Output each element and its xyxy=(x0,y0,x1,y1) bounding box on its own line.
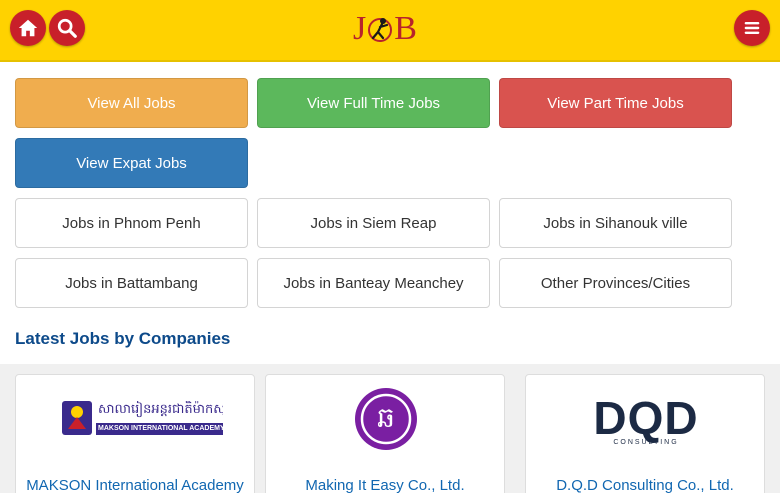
making-it-easy-logo-glyph: ឆ xyxy=(377,402,395,433)
search-button[interactable] xyxy=(49,10,85,46)
site-logo[interactable]: J B xyxy=(353,10,425,48)
top-header: J B xyxy=(0,0,780,62)
company-card-making-it-easy[interactable]: ឆ Making It Easy Co., Ltd. xyxy=(265,374,505,493)
search-icon xyxy=(57,18,77,38)
jobs-banteay-meanchey-button[interactable]: Jobs in Banteay Meanchey xyxy=(257,258,490,308)
company-card-makson[interactable]: សាលារៀនអន្តរជាតិម៉ាកសុន MAKSON INTERNATI… xyxy=(15,374,255,493)
company-card-dqd[interactable]: DQD CONSULTING D.Q.D Consulting Co., Ltd… xyxy=(525,374,765,493)
logo-figure-icon xyxy=(367,14,393,44)
jobs-sihanoukville-button[interactable]: Jobs in Sihanouk ville xyxy=(499,198,732,248)
jobs-phnom-penh-button[interactable]: Jobs in Phnom Penh xyxy=(15,198,248,248)
company-name-dqd[interactable]: D.Q.D Consulting Co., Ltd. xyxy=(526,477,764,493)
companies-section-title: Latest Jobs by Companies xyxy=(15,329,231,348)
dqd-logo-text: DQD xyxy=(593,392,699,444)
menu-icon xyxy=(744,22,760,34)
logo-letter-j: J xyxy=(353,10,367,47)
makson-logo-khmer: សាលារៀនអន្តរជាតិម៉ាកសុន xyxy=(98,401,223,416)
making-it-easy-logo: ឆ xyxy=(354,387,418,451)
view-expat-jobs-button[interactable]: View Expat Jobs xyxy=(15,138,248,188)
other-provinces-button[interactable]: Other Provinces/Cities xyxy=(499,258,732,308)
dqd-logo-subtext: CONSULTING xyxy=(613,439,679,446)
dqd-logo: DQD CONSULTING xyxy=(581,393,711,449)
view-full-time-jobs-button[interactable]: View Full Time Jobs xyxy=(257,78,490,128)
menu-button[interactable] xyxy=(734,10,770,46)
view-part-time-jobs-button[interactable]: View Part Time Jobs xyxy=(499,78,732,128)
company-name-makson[interactable]: MAKSON International Academy xyxy=(16,477,254,493)
home-button[interactable] xyxy=(10,10,46,46)
makson-logo: សាលារៀនអន្តរជាតិម៉ាកសុន MAKSON INTERNATI… xyxy=(60,399,225,439)
logo-letter-b: B xyxy=(394,10,417,47)
jobs-battambang-button[interactable]: Jobs in Battambang xyxy=(15,258,248,308)
view-all-jobs-button[interactable]: View All Jobs xyxy=(15,78,248,128)
company-name-making-it-easy[interactable]: Making It Easy Co., Ltd. xyxy=(266,477,504,493)
makson-logo-text: MAKSON INTERNATIONAL ACADEMY xyxy=(98,425,225,432)
home-icon xyxy=(18,19,38,37)
jobs-siem-reap-button[interactable]: Jobs in Siem Reap xyxy=(257,198,490,248)
